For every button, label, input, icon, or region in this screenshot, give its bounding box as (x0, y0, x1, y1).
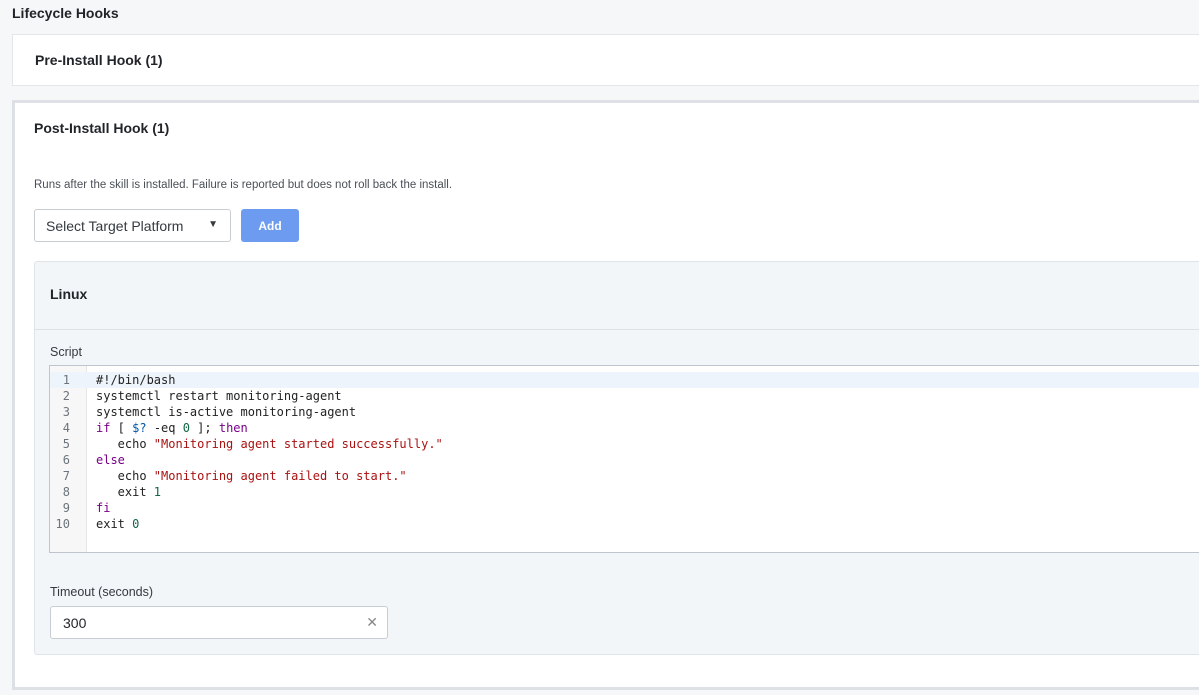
code-text: fi (96, 501, 111, 515)
code-text: echo "Monitoring agent started successfu… (96, 437, 443, 451)
line-number: 1 (62, 373, 70, 387)
code-line[interactable]: 1 #!/bin/bash (50, 372, 1199, 388)
code-text: if [ $? -eq 0 ]; then (96, 421, 248, 435)
timeout-value: 300 (63, 615, 87, 631)
code-text: systemctl restart monitoring-agent (96, 389, 342, 403)
page-title: Lifecycle Hooks (12, 5, 119, 21)
code-text: exit 1 (96, 485, 162, 499)
code-text: exit 0 (96, 517, 140, 531)
line-number: 6 (62, 453, 70, 467)
code-text: systemctl is-active monitoring-agent (96, 405, 357, 419)
line-number: 8 (62, 485, 70, 499)
platform-card-title: Linux (50, 286, 88, 302)
pre-install-hook-header[interactable]: Pre-Install Hook (1) (35, 52, 163, 68)
script-code-editor[interactable]: 1 #!/bin/bash 2 systemctl restart monitorin… (49, 365, 1199, 553)
platform-card-linux: Linux Script 1 #!/bin/bash 2 systemctl rest… (34, 261, 1199, 655)
code-line[interactable]: 10 exit 0 (50, 516, 1199, 532)
post-install-hook-panel: Post-Install Hook (1) Runs after the ski… (12, 100, 1199, 690)
line-number: 10 (55, 517, 70, 531)
post-install-hook-header[interactable]: Post-Install Hook (1) (34, 120, 169, 136)
add-platform-button[interactable]: Add (241, 209, 299, 242)
code-line[interactable]: 7 echo "Monitoring agent failed to start… (50, 468, 1199, 484)
line-number: 2 (62, 389, 70, 403)
code-line[interactable]: 4 if [ $? -eq 0 ]; then (50, 420, 1199, 436)
line-number: 4 (62, 421, 70, 435)
code-text: else (96, 453, 125, 467)
code-text: #!/bin/bash (96, 373, 176, 387)
line-number: 5 (62, 437, 70, 451)
line-number: 7 (62, 469, 70, 483)
pre-install-hook-panel[interactable]: Pre-Install Hook (1) (12, 34, 1199, 86)
target-platform-select-value: Select Target Platform (46, 218, 184, 234)
timeout-input[interactable]: 300 ✕ (50, 606, 388, 639)
line-number: 9 (62, 501, 70, 515)
code-line[interactable]: 5 echo "Monitoring agent started success… (50, 436, 1199, 452)
card-divider (35, 329, 1199, 330)
post-install-description: Runs after the skill is installed. Failu… (34, 179, 453, 191)
line-number: 3 (62, 405, 70, 419)
code-line[interactable]: 9 fi (50, 500, 1199, 516)
script-label: Script (50, 345, 82, 359)
code-line[interactable]: 8 exit 1 (50, 484, 1199, 500)
code-line[interactable]: 3 systemctl is-active monitoring-agent (50, 404, 1199, 420)
code-line[interactable]: 6 else (50, 452, 1199, 468)
caret-down-icon: ▼ (208, 219, 218, 230)
clear-x-icon[interactable]: ✕ (366, 614, 378, 631)
code-line[interactable]: 2 systemctl restart monitoring-agent (50, 388, 1199, 404)
code-text: echo "Monitoring agent failed to start." (96, 469, 407, 483)
timeout-label: Timeout (seconds) (50, 585, 154, 599)
target-platform-select[interactable]: Select Target Platform ▼ (34, 209, 231, 242)
